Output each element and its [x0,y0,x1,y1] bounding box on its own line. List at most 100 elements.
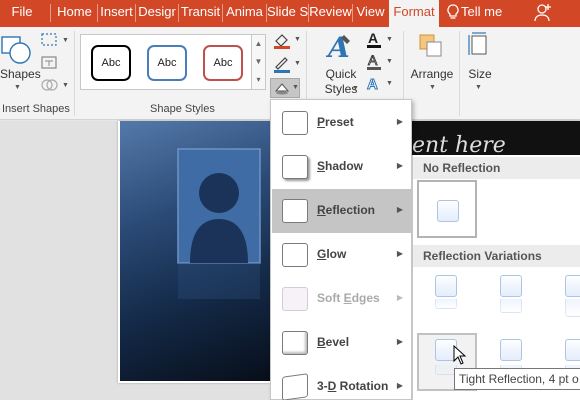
reflection-variation[interactable] [417,267,477,325]
reflection-submenu: No Reflection Reflection Variations [412,155,580,400]
tab-transitions[interactable]: Transit [179,0,222,27]
quick-styles-icon[interactable]: A [325,31,354,64]
chevron-right-icon: ▶ [396,293,403,302]
chevron-down-icon: ▼ [292,84,299,91]
shape-style-red[interactable]: Abc [203,45,243,81]
text-outline-icon[interactable]: A [366,52,382,74]
reflection-preview-icon [565,275,580,297]
menu-item-preset[interactable]: Preset ▶ [272,101,412,145]
chevron-down-icon: ▼ [14,84,21,91]
shape-effects-menu: Preset ▶ Shadow ▶ Reflection ▶ Glow ▶ So… [270,99,412,400]
tab-insert[interactable]: Insert [98,0,135,27]
shape-outline-icon[interactable] [272,55,292,76]
menu-item-label: Glow [317,247,347,261]
merge-shapes-icon[interactable] [40,77,60,96]
gallery-scroll: ▲ ▼ ▾ [252,34,266,90]
gallery-up-button[interactable]: ▲ [252,35,265,53]
bevel-icon [282,331,308,355]
reflection-mirror-icon [435,299,457,309]
menu-item-label: Preset [317,115,354,129]
svg-text:A: A [368,31,378,46]
reflection-preview-icon [500,275,522,297]
shape-style-black[interactable]: Abc [91,45,131,81]
tab-view[interactable]: View [353,0,388,27]
chevron-down-icon: ▼ [62,37,69,44]
silhouette-frame-icon [177,148,261,299]
chevron-right-icon: ▶ [396,381,403,390]
tab-file[interactable]: File [0,0,44,27]
tab-format[interactable]: Format [389,0,439,27]
group-label-shape-styles: Shape Styles [150,103,215,115]
group-separator [74,31,75,116]
chevron-down-icon: ▼ [475,84,482,91]
menu-item-label: Soft Edges [317,291,380,305]
3d-rotation-icon [282,373,308,400]
tell-me-search[interactable]: Tell me [461,0,511,27]
menu-item-reflection[interactable]: Reflection ▶ [272,189,412,233]
tab-design[interactable]: Desigr [136,0,178,27]
chevron-right-icon: ▶ [396,117,403,126]
shapes-button[interactable]: Shapes [0,67,41,81]
menu-item-label: Reflection [317,203,376,217]
reflection-variations-header: Reflection Variations [413,245,580,267]
arrange-icon[interactable] [418,33,444,62]
size-button[interactable]: Size [462,67,498,81]
quick-styles-button[interactable]: Quick Styles [316,67,366,97]
ribbon-tab-bar: File Home Insert Desigr Transit Anima Sl… [0,0,580,27]
preset-icon [282,111,308,135]
reflection-preview-icon [435,275,457,297]
menu-item-shadow[interactable]: Shadow ▶ [272,145,412,189]
glow-icon [282,243,308,267]
menu-item-label: Shadow [317,159,364,173]
tab-separator [50,4,51,22]
shape-effects-icon [274,83,290,95]
lightbulb-icon[interactable] [447,4,459,24]
shadow-icon [282,155,308,179]
chevron-down-icon: ▼ [429,84,436,91]
text-effects-icon[interactable]: A [366,75,382,96]
reflection-preview-icon [437,200,459,222]
chevron-down-icon: ▼ [386,58,393,65]
svg-text:A: A [368,53,378,68]
chevron-right-icon: ▶ [396,249,403,258]
svg-text:A: A [367,76,378,93]
reflection-icon [282,199,308,223]
svg-text:A: A [326,31,350,61]
gallery-down-button[interactable]: ▼ [252,53,265,71]
size-icon[interactable] [468,32,490,61]
chevron-down-icon: ▼ [386,80,393,87]
chevron-down-icon: ▼ [294,60,301,67]
shape-fill-icon[interactable] [272,31,292,52]
menu-item-label: 3-D Rotation [317,379,389,393]
chevron-right-icon: ▶ [396,337,403,346]
tab-review[interactable]: Review [309,0,352,27]
tab-animations[interactable]: Anima [223,0,266,27]
shape-effects-button[interactable]: ▼ [270,78,300,98]
shape-style-gallery: Abc Abc Abc [80,34,252,90]
gallery-more-button[interactable]: ▾ [252,71,265,89]
chevron-right-icon: ▶ [396,205,403,214]
reflection-none[interactable] [417,180,477,238]
edit-shape-icon[interactable] [40,32,60,51]
share-user-icon[interactable] [533,3,553,26]
shapes-icon[interactable] [0,33,34,70]
reflection-variation[interactable] [547,267,580,325]
text-fill-icon[interactable]: A [366,30,382,52]
chevron-right-icon: ▶ [396,161,403,170]
chevron-down-icon: ▼ [386,36,393,43]
reflection-variation[interactable] [482,267,542,325]
menu-item-bevel[interactable]: Bevel ▶ [272,321,412,365]
tab-home[interactable]: Home [52,0,97,27]
arrange-button[interactable]: Arrange [408,67,456,81]
menu-item-glow[interactable]: Glow ▶ [272,233,412,277]
reflection-preview-icon [565,339,580,361]
tab-slide-show[interactable]: Slide S [267,0,308,27]
reflection-mirror-icon [565,299,580,317]
shape-style-blue[interactable]: Abc [147,45,187,81]
draw-textbox-icon[interactable] [40,55,60,74]
menu-item-3d-rotation[interactable]: 3-D Rotation ▶ [272,365,412,400]
menu-item-soft-edges: Soft Edges ▶ [272,277,412,321]
slide-picture[interactable] [120,121,280,381]
chevron-down-icon: ▼ [294,36,301,43]
chevron-down-icon: ▼ [352,85,359,92]
